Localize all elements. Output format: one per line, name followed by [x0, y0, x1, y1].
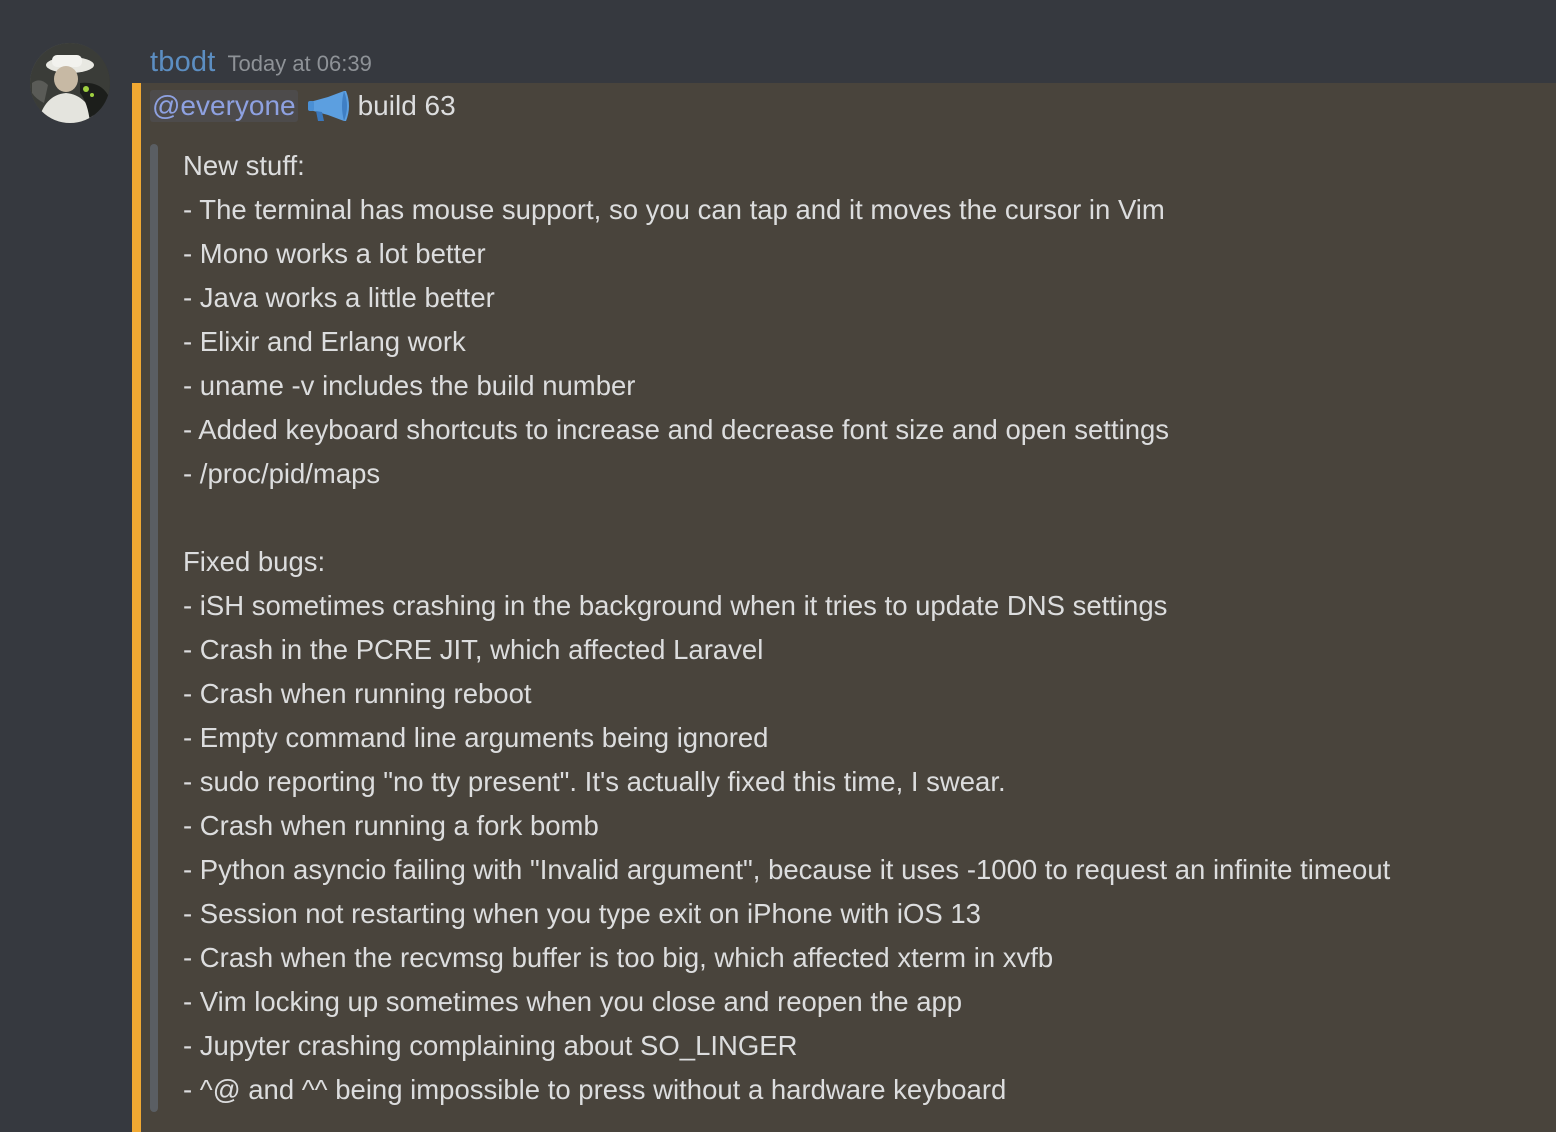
list-item: - sudo reporting "no tty present". It's … [183, 766, 1006, 797]
list-item: - Session not restarting when you type e… [183, 898, 981, 929]
message-timestamp: Today at 06:39 [227, 51, 372, 76]
list-item: - Crash when the recvmsg buffer is too b… [183, 942, 1054, 973]
list-item: - /proc/pid/maps [183, 458, 381, 489]
new-stuff-heading: New stuff: [183, 150, 305, 181]
message-first-line: @everyone build 63 [150, 86, 456, 126]
list-item: - iSH sometimes crashing in the backgrou… [183, 590, 1168, 621]
blockquote-bar [150, 144, 158, 1112]
user-avatar[interactable] [30, 43, 110, 123]
list-item: - Crash in the PCRE JIT, which affected … [183, 634, 764, 665]
fixed-bugs-heading: Fixed bugs: [183, 546, 326, 577]
loudspeaker-icon [306, 89, 352, 123]
list-item: - Crash when running reboot [183, 678, 532, 709]
list-item: - Added keyboard shortcuts to increase a… [183, 414, 1170, 445]
list-item: - uname -v includes the build number [183, 370, 636, 401]
author-name[interactable]: tbodt [150, 44, 216, 80]
list-item: - Python asyncio failing with "Invalid a… [183, 854, 1391, 885]
list-item: - Jupyter crashing complaining about SO_… [183, 1030, 798, 1061]
list-item: - ^@ and ^^ being impossible to press wi… [183, 1074, 1007, 1105]
list-item: - Java works a little better [183, 282, 495, 313]
everyone-mention[interactable]: @everyone [150, 90, 298, 122]
list-item: - Mono works a lot better [183, 238, 486, 269]
message-title-text: build 63 [357, 90, 456, 121]
list-item: - Vim locking up sometimes when you clos… [183, 986, 963, 1017]
message-header: tbodt Today at 06:39 [150, 44, 372, 80]
list-item: - The terminal has mouse support, so you… [183, 194, 1165, 225]
list-item: - Empty command line arguments being ign… [183, 722, 769, 753]
blockquote-content: New stuff: - The terminal has mouse supp… [183, 144, 1543, 1112]
chat-message-view: tbodt Today at 06:39 @everyone build 63 … [0, 0, 1556, 1132]
avatar-image [30, 43, 110, 123]
list-item: - Elixir and Erlang work [183, 326, 466, 357]
list-item: - Crash when running a fork bomb [183, 810, 599, 841]
